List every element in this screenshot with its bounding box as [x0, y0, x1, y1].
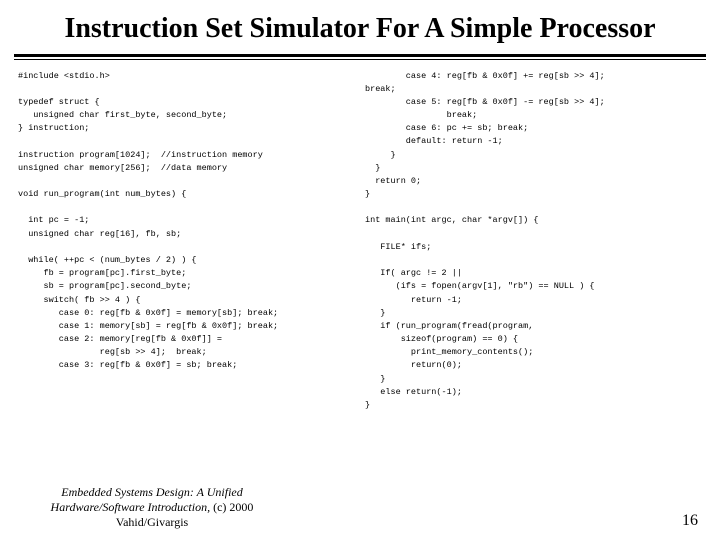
divider-top: [14, 54, 706, 57]
code-container: #include <stdio.h> typedef struct { unsi…: [0, 66, 720, 412]
footer: Embedded Systems Design: A Unified Hardw…: [0, 485, 720, 530]
page-number: 16: [682, 512, 698, 530]
slide-title: Instruction Set Simulator For A Simple P…: [0, 0, 720, 54]
footer-attribution: Embedded Systems Design: A Unified Hardw…: [22, 485, 282, 530]
code-column-left: #include <stdio.h> typedef struct { unsi…: [18, 70, 355, 412]
code-column-right: case 4: reg[fb & 0x0f] += reg[sb >> 4]; …: [365, 70, 702, 412]
divider-bottom: [14, 59, 706, 60]
